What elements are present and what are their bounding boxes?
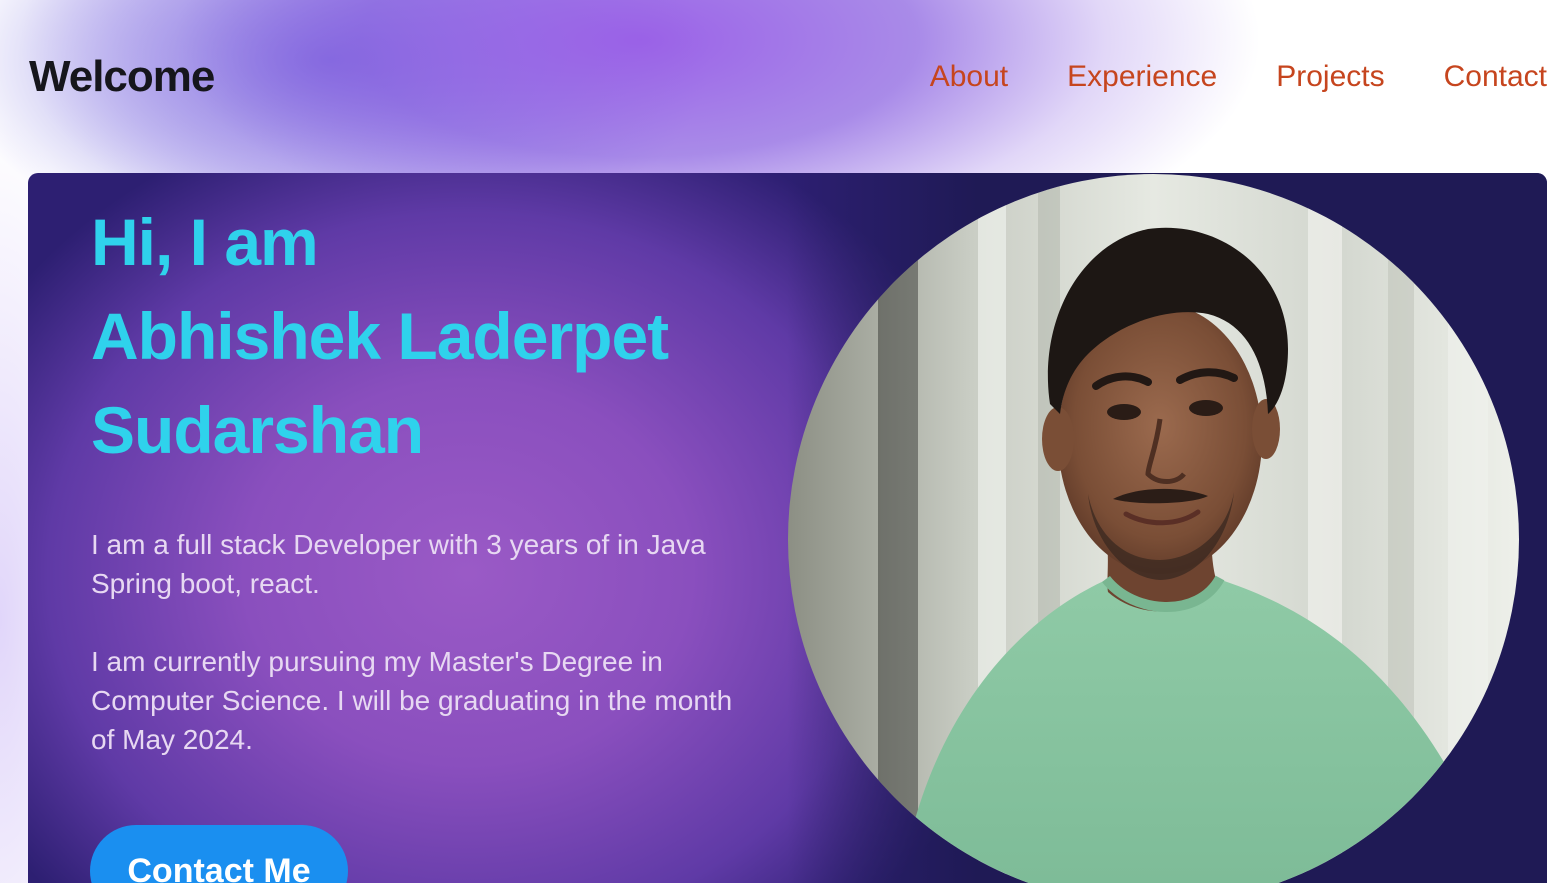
page: Welcome About Experience Projects Contac… (0, 0, 1559, 883)
nav-projects[interactable]: Projects (1276, 60, 1384, 94)
profile-photo (788, 174, 1519, 883)
main-nav: About Experience Projects Contact (930, 60, 1547, 94)
site-logo[interactable]: Welcome (29, 52, 215, 102)
hero-heading: Hi, I am Abhishek Laderpet Sudarshan (91, 195, 791, 477)
nav-about[interactable]: About (930, 60, 1008, 94)
name-second-line: Sudarshan (91, 393, 424, 467)
contact-me-button[interactable]: Contact Me (90, 825, 348, 883)
education-paragraph: I am currently pursuing my Master's Degr… (91, 646, 733, 755)
greeting-line: Hi, I am (91, 205, 319, 279)
hero-section: Hi, I am Abhishek Laderpet Sudarshan I a… (28, 173, 1547, 883)
header: Welcome About Experience Projects Contac… (0, 0, 1559, 160)
profile-photo-illustration (788, 174, 1519, 883)
hero-text: Hi, I am Abhishek Laderpet Sudarshan I a… (91, 195, 791, 759)
name-first-line: Abhishek Laderpet (91, 299, 669, 373)
intro-paragraph: I am a full stack Developer with 3 years… (91, 529, 706, 599)
nav-contact[interactable]: Contact (1444, 60, 1547, 94)
nav-experience[interactable]: Experience (1067, 60, 1217, 94)
